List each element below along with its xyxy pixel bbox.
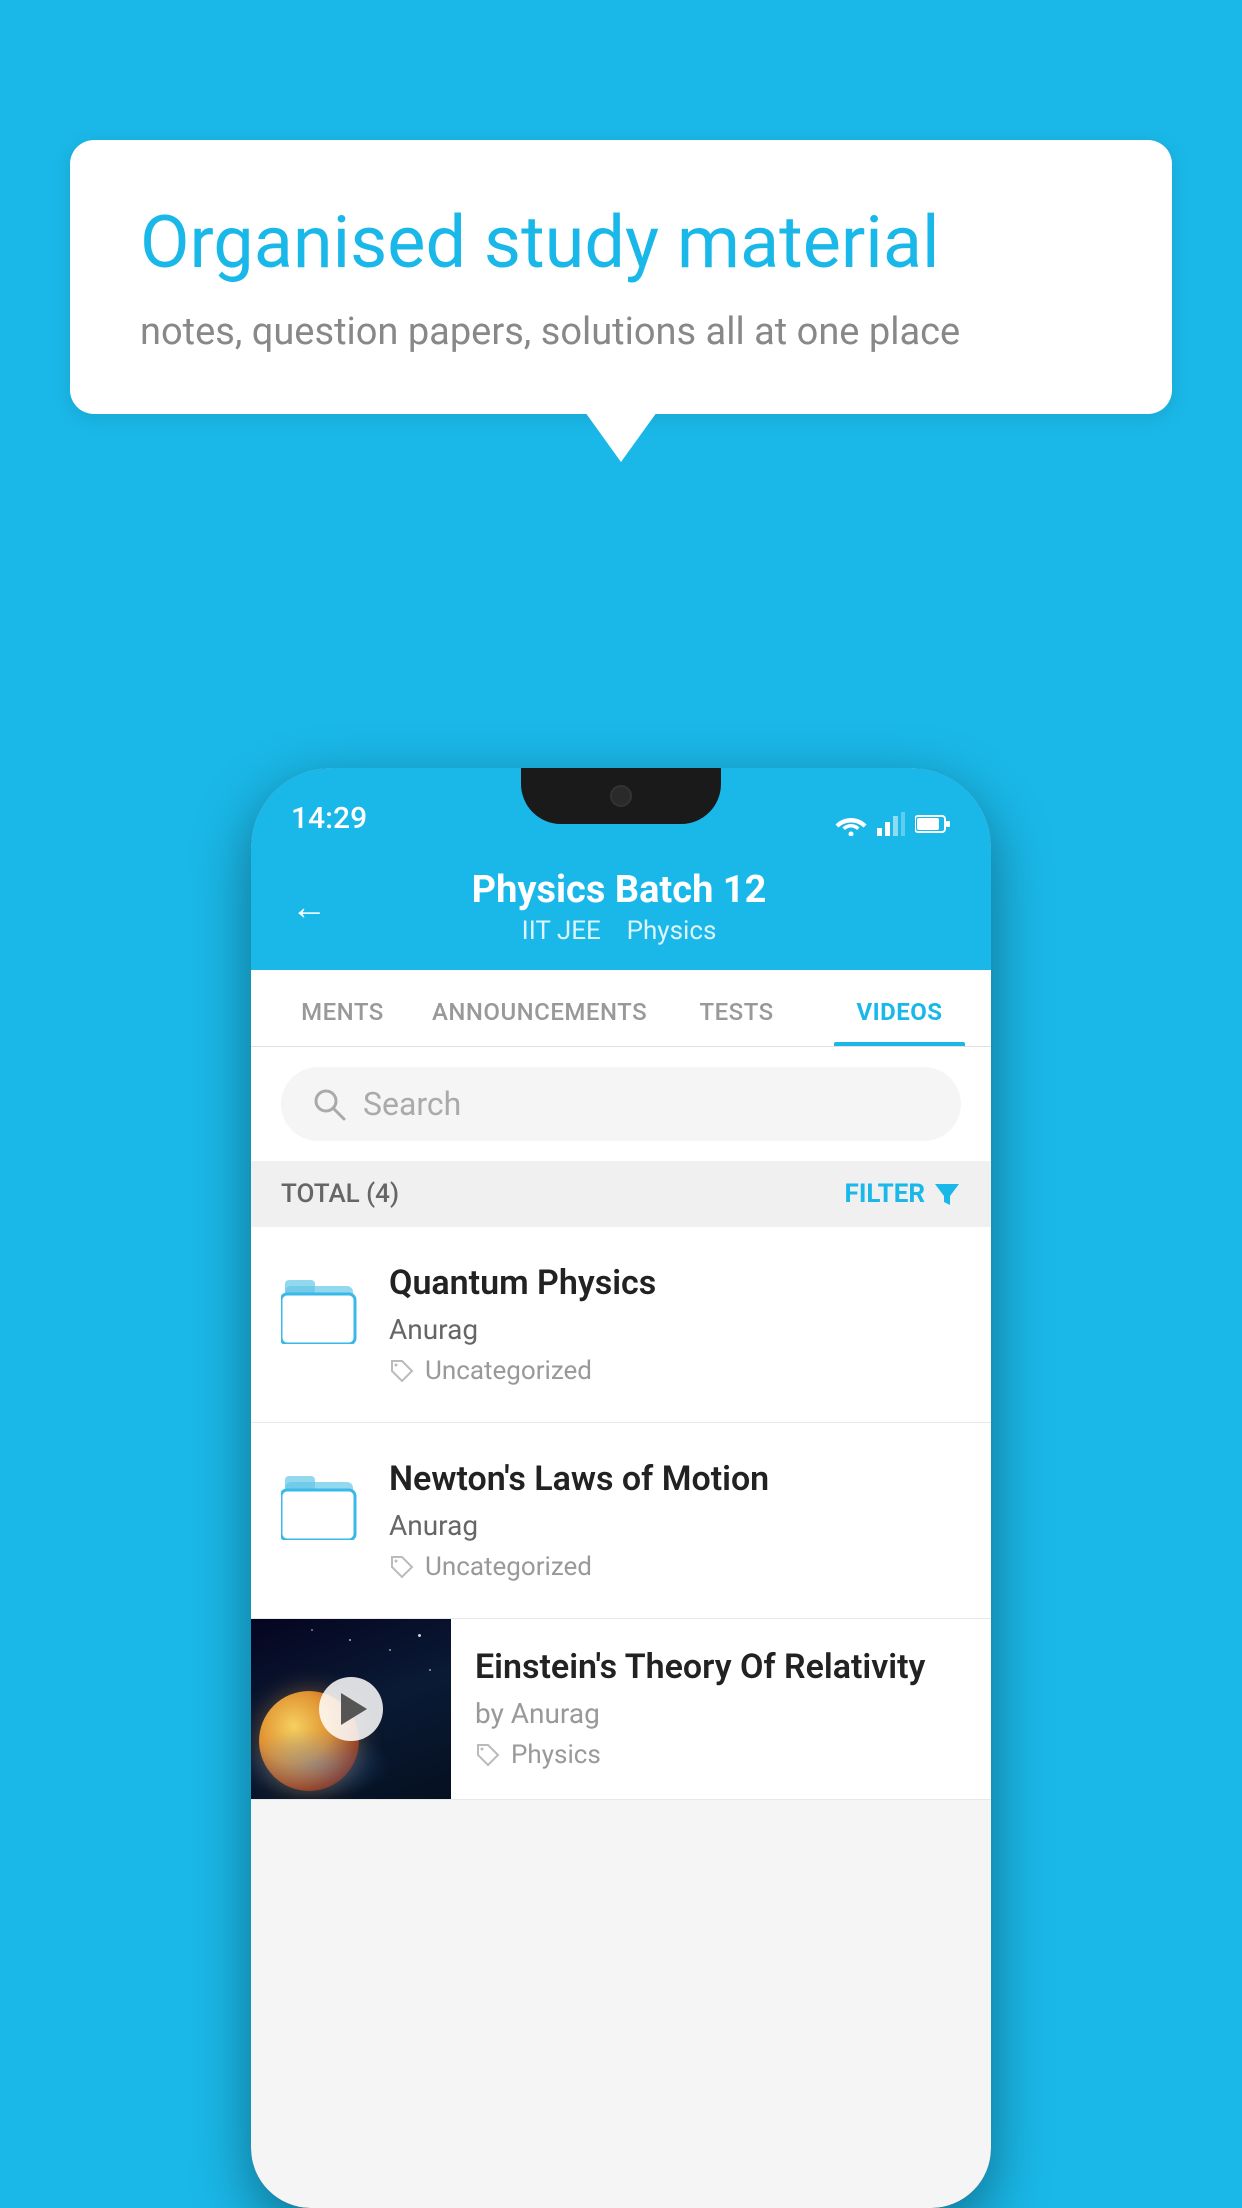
status-icons [835, 812, 951, 836]
signal-icon [877, 812, 905, 836]
tag-icon [389, 1358, 415, 1384]
bubble-title: Organised study material [140, 200, 1102, 286]
item-title: Einstein's Theory Of Relativity [475, 1647, 967, 1687]
subtitle-tag1: IIT JEE [522, 916, 601, 946]
phone-screen: 14:29 [251, 768, 991, 2208]
content-list: Quantum Physics Anurag Uncategorized [251, 1227, 991, 1800]
tab-videos[interactable]: VIDEOS [818, 970, 981, 1046]
tag-icon [389, 1554, 415, 1580]
folder-icon [281, 1468, 361, 1540]
item-tag: Physics [475, 1740, 967, 1770]
play-button[interactable] [319, 1677, 383, 1741]
subtitle-tag2: Physics [627, 916, 717, 946]
search-icon [311, 1086, 347, 1122]
tab-ments[interactable]: MENTS [261, 970, 424, 1046]
search-container: Search [251, 1047, 991, 1161]
bubble-subtitle: notes, question papers, solutions all at… [140, 310, 1102, 354]
folder-icon [281, 1272, 361, 1344]
item-icon [281, 1459, 361, 1549]
search-placeholder: Search [363, 1085, 461, 1123]
tag-icon [475, 1742, 501, 1768]
header-subtitle: IIT JEE Physics [347, 916, 891, 946]
item-tag: Uncategorized [389, 1356, 961, 1386]
wifi-icon [835, 812, 867, 836]
notch [521, 768, 721, 824]
back-button[interactable]: ← [291, 886, 327, 928]
header-title: Physics Batch 12 [347, 868, 891, 912]
item-author: Anurag [389, 1509, 961, 1542]
search-bar[interactable]: Search [281, 1067, 961, 1141]
filter-button[interactable]: FILTER [845, 1179, 961, 1209]
phone-frame: 14:29 [251, 768, 991, 2208]
list-item-thumb[interactable]: Einstein's Theory Of Relativity by Anura… [251, 1619, 991, 1800]
filter-icon [933, 1180, 961, 1208]
item-icon [281, 1263, 361, 1353]
item-content: Newton's Laws of Motion Anurag Uncategor… [389, 1459, 961, 1582]
filter-bar: TOTAL (4) FILTER [251, 1161, 991, 1227]
speech-bubble: Organised study material notes, question… [70, 140, 1172, 414]
speech-bubble-container: Organised study material notes, question… [70, 140, 1172, 414]
item-author: by Anurag [475, 1697, 967, 1730]
item-content: Quantum Physics Anurag Uncategorized [389, 1263, 961, 1386]
tab-announcements[interactable]: ANNOUNCEMENTS [424, 970, 655, 1046]
battery-icon [915, 814, 951, 834]
tab-tests[interactable]: TESTS [655, 970, 818, 1046]
header-center: Physics Batch 12 IIT JEE Physics [347, 868, 891, 946]
camera [610, 785, 632, 807]
app-header: ← Physics Batch 12 IIT JEE Physics [251, 848, 991, 970]
total-label: TOTAL (4) [281, 1179, 399, 1209]
item-thumbnail [251, 1619, 451, 1799]
status-time: 14:29 [291, 801, 367, 836]
item-title: Quantum Physics [389, 1263, 961, 1303]
item-tag: Uncategorized [389, 1552, 961, 1582]
item-content-thumb: Einstein's Theory Of Relativity by Anura… [451, 1619, 991, 1798]
tab-bar: MENTS ANNOUNCEMENTS TESTS VIDEOS [251, 970, 991, 1047]
list-item[interactable]: Newton's Laws of Motion Anurag Uncategor… [251, 1423, 991, 1619]
item-title: Newton's Laws of Motion [389, 1459, 961, 1499]
list-item[interactable]: Quantum Physics Anurag Uncategorized [251, 1227, 991, 1423]
item-author: Anurag [389, 1313, 961, 1346]
